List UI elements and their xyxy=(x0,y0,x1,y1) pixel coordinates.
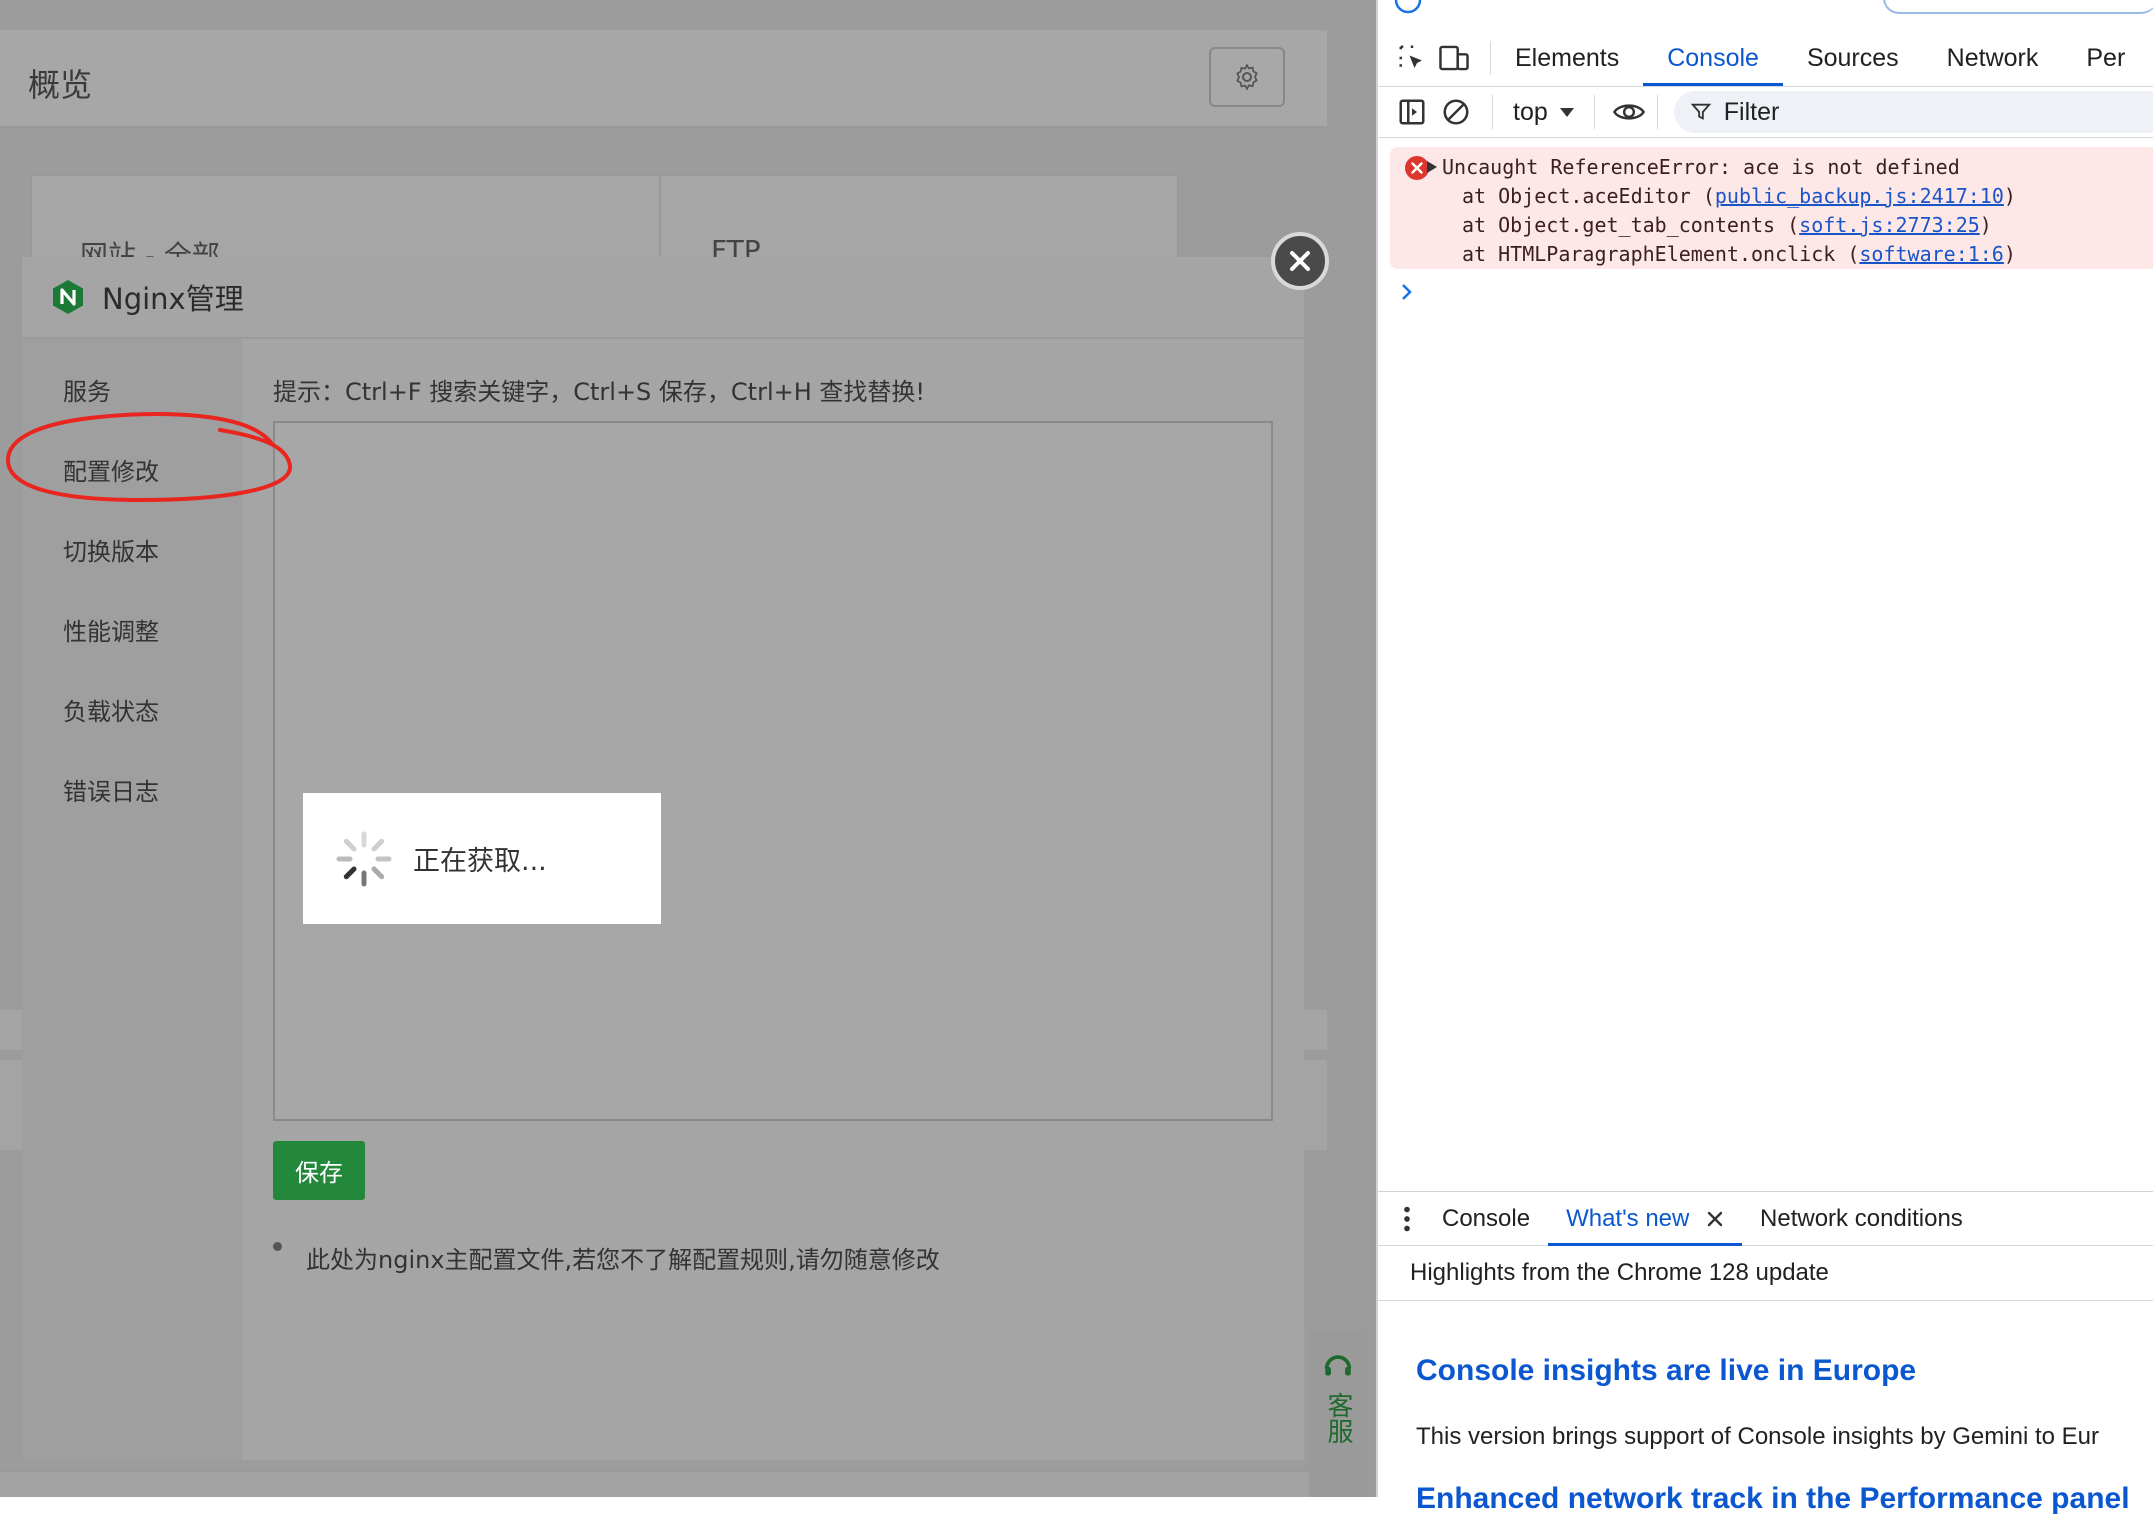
device-toolbar-button[interactable] xyxy=(1436,40,1472,76)
filter-icon xyxy=(1690,103,1712,120)
sidebar-item-version[interactable]: 切换版本 xyxy=(63,532,159,567)
clear-console-button[interactable] xyxy=(1438,94,1474,130)
loading-toast: 正在获取... xyxy=(303,793,661,924)
config-note: 此处为nginx主配置文件,若您不了解配置规则,请勿随意修改 xyxy=(306,1246,940,1274)
customer-service-button[interactable]: 客服 xyxy=(1309,1330,1367,1497)
show-sidebar-button[interactable] xyxy=(1394,94,1430,130)
whats-new-next-headline[interactable]: Enhanced network track in the Performanc… xyxy=(1416,1482,2130,1516)
whats-new-subtitle: Highlights from the Chrome 128 update xyxy=(1378,1246,2153,1301)
expand-triangle-icon[interactable] xyxy=(1426,160,1438,174)
drawer-tab-console[interactable]: Console xyxy=(1424,1192,1548,1246)
tab-performance[interactable]: Per xyxy=(2062,30,2125,86)
console-toolbar: top Filter xyxy=(1378,87,2153,138)
tab-console[interactable]: Console xyxy=(1643,30,1783,86)
sidebar-item-load-status[interactable]: 负载状态 xyxy=(63,692,159,727)
eye-icon xyxy=(1612,104,1645,120)
nginx-logo-icon xyxy=(53,280,83,314)
console-prompt-icon[interactable] xyxy=(1400,282,1414,302)
live-expression-button[interactable] xyxy=(1611,94,1647,130)
tab-elements[interactable]: Elements xyxy=(1491,30,1643,86)
drawer-tabbar: Console What's new Network conditions xyxy=(1378,1192,2153,1246)
console-error-message[interactable]: Uncaught ReferenceError: ace is not defi… xyxy=(1390,147,2153,269)
dropdown-arrow-icon xyxy=(1559,108,1574,117)
gear-icon xyxy=(1236,63,1258,91)
dialog-close-button[interactable] xyxy=(1271,232,1329,290)
inspect-icon xyxy=(1399,45,1422,68)
context-selector[interactable]: top xyxy=(1513,98,1576,127)
stack-frame: at HTMLParagraphElement.onclick (softwar… xyxy=(1462,242,2016,266)
devtools-panel: Elements Console Sources Network Per top xyxy=(1376,0,2153,1515)
dialog-header: Nginx管理 xyxy=(22,257,1304,339)
editor-hint: 提示：Ctrl+F 搜索关键字，Ctrl+S 保存，Ctrl+H 查找替换! xyxy=(273,378,926,406)
whats-new-headline[interactable]: Console insights are live in Europe xyxy=(1416,1354,1916,1388)
save-button[interactable]: 保存 xyxy=(273,1141,365,1200)
inspect-element-button[interactable] xyxy=(1394,40,1430,76)
drawer-tab-network-conditions[interactable]: Network conditions xyxy=(1742,1192,1981,1246)
page-strip xyxy=(0,1470,1327,1497)
stack-frame: at Object.aceEditor (public_backup.js:24… xyxy=(1462,184,2016,208)
clear-icon xyxy=(1443,99,1469,125)
close-icon xyxy=(1290,251,1310,271)
config-editor[interactable] xyxy=(273,421,1273,1121)
spinner-icon xyxy=(336,831,392,886)
customer-service-label: 客服 xyxy=(1323,1392,1353,1444)
panel-page: 概览 网站 - 全部 FTP Nginx管理 服务 配置修改 切换版本 性能调整… xyxy=(0,0,1376,1497)
toolbar-separator xyxy=(1492,95,1493,129)
sidebar-item-performance[interactable]: 性能调整 xyxy=(63,612,159,647)
settings-button[interactable] xyxy=(1209,47,1285,107)
stack-frame: at Object.get_tab_contents (soft.js:2773… xyxy=(1462,213,1992,237)
drawer-tab-whats-new-label: What's new xyxy=(1566,1204,1690,1232)
sidebar-item-service[interactable]: 服务 xyxy=(63,372,111,407)
sidebar-toggle-icon xyxy=(1399,99,1425,125)
devtools-search-pill[interactable] xyxy=(1883,0,2153,14)
filter-placeholder: Filter xyxy=(1723,97,1780,126)
source-link[interactable]: public_backup.js:2417:10 xyxy=(1715,184,2004,208)
note-bullet xyxy=(273,1242,282,1251)
console-filter-input[interactable]: Filter xyxy=(1673,91,2153,133)
device-icon xyxy=(1439,45,1469,71)
loading-text: 正在获取... xyxy=(413,846,547,877)
dialog-sidebar: 服务 配置修改 切换版本 性能调整 负载状态 错误日志 xyxy=(22,339,242,1460)
dialog-title: Nginx管理 xyxy=(102,282,244,316)
info-icon xyxy=(1394,0,1422,14)
devtools-top-strip xyxy=(1378,0,2153,30)
source-link[interactable]: soft.js:2773:25 xyxy=(1799,213,1980,237)
source-link[interactable]: software:1:6 xyxy=(1859,242,2004,266)
toolbar-separator xyxy=(1593,95,1595,129)
toolbar-separator xyxy=(1656,95,1658,129)
headset-icon xyxy=(1324,1355,1352,1376)
sidebar-item-config[interactable]: 配置修改 xyxy=(63,452,159,487)
tab-network[interactable]: Network xyxy=(1923,30,2063,86)
whats-new-body: This version brings support of Console i… xyxy=(1416,1423,2099,1450)
page-header xyxy=(0,30,1327,128)
more-options-icon[interactable] xyxy=(1402,1206,1412,1232)
page-title: 概览 xyxy=(28,66,93,104)
close-icon[interactable] xyxy=(1706,1210,1724,1228)
sidebar-item-error-log[interactable]: 错误日志 xyxy=(63,772,159,807)
error-message-text: Uncaught ReferenceError: ace is not defi… xyxy=(1442,155,1960,179)
devtools-tabbar: Elements Console Sources Network Per xyxy=(1378,30,2153,87)
context-selector-value: top xyxy=(1513,97,1548,126)
tab-sources[interactable]: Sources xyxy=(1783,30,1923,86)
devtools-drawer: Console What's new Network conditions Hi… xyxy=(1378,1191,2153,1515)
drawer-tab-whats-new[interactable]: What's new xyxy=(1548,1192,1743,1246)
